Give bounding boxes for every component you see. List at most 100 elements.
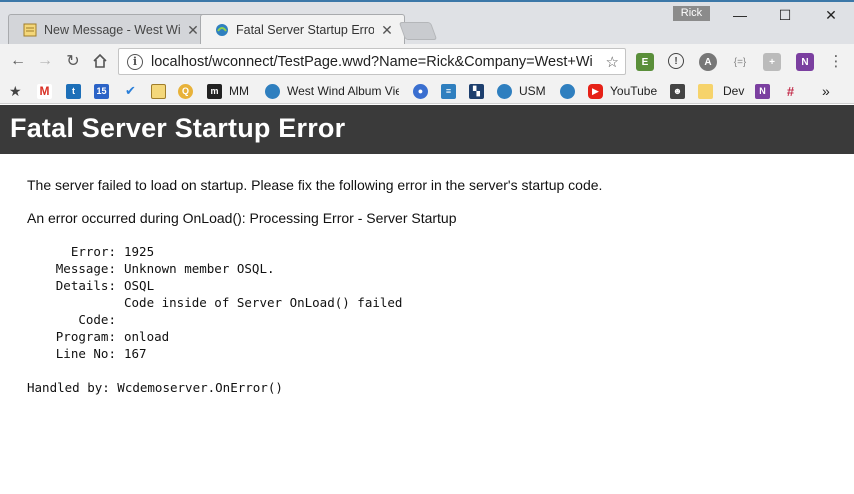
note-icon: [151, 83, 166, 99]
bookmark-label: West Wind Album Vie: [287, 84, 399, 98]
detail-row: Code inside of Server OnLoad() failed: [27, 294, 827, 311]
bookmark-folder[interactable]: [698, 82, 713, 100]
youtube-icon: ▶: [588, 83, 603, 99]
extension-info-icon[interactable]: !: [668, 53, 684, 69]
detail-value: Code inside of Server OnLoad() failed: [124, 295, 403, 310]
error-summary: An error occurred during OnLoad(): Proce…: [27, 210, 457, 226]
bookmark-star-icon[interactable]: ☆: [606, 53, 619, 71]
detail-key: Program:: [55, 329, 116, 344]
detail-row: Line No: 167: [27, 345, 827, 362]
detail-key: Error:: [70, 244, 116, 259]
close-window-button[interactable]: ✕: [808, 4, 854, 26]
info-icon[interactable]: i: [127, 53, 143, 70]
extension-puzzle-icon[interactable]: +: [763, 53, 781, 71]
bookmark-twitter[interactable]: t: [66, 82, 81, 100]
minimize-button[interactable]: —: [717, 4, 763, 26]
bookmark-slack[interactable]: #: [783, 82, 798, 100]
more-vert-icon: ⋮: [828, 53, 844, 70]
calendar-icon: 15: [94, 83, 109, 99]
bookmarks-bar: ★ M t 15 ✔ Q m MM West Wind Album Vie ● ≡…: [0, 78, 854, 104]
bookmark-youtube[interactable]: ▶ YouTube: [588, 82, 657, 100]
menu-button[interactable]: ⋮: [826, 51, 846, 71]
forward-arrow-icon: →: [37, 52, 53, 69]
address-bar[interactable]: i localhost/wconnect/TestPage.wwd?Name=R…: [118, 48, 626, 75]
page-title: Fatal Server Startup Error: [10, 113, 346, 143]
extension-onenote-icon[interactable]: N: [796, 53, 814, 71]
bookmark-image[interactable]: ▚: [469, 82, 484, 100]
bookmark-westwind[interactable]: [560, 82, 575, 100]
handled-by: Handled by: Wcdemoserver.OnError(): [27, 380, 283, 395]
detail-value: 1925: [124, 244, 155, 259]
note-icon: [22, 22, 38, 38]
tab-title: New Message - West Wi: [44, 23, 180, 37]
tab-close-icon[interactable]: ✕: [186, 22, 200, 39]
bookmark-check[interactable]: ✔: [123, 82, 138, 100]
check-icon: ✔: [125, 83, 136, 98]
minimize-icon: —: [733, 7, 747, 23]
tab-fatal-error[interactable]: Fatal Server Startup Error ✕: [200, 14, 405, 46]
bookmark-dev[interactable]: Dev: [723, 82, 744, 100]
bookmark-label: Dev: [723, 84, 745, 98]
list-icon: ≡: [441, 83, 456, 99]
home-button[interactable]: [90, 51, 110, 71]
westwind-icon: [265, 83, 280, 99]
maximize-icon: ☐: [778, 6, 792, 23]
forward-button[interactable]: →: [35, 51, 55, 71]
slack-icon: #: [786, 83, 795, 99]
detail-key: Code:: [78, 312, 116, 327]
bookmark-label: MM: [229, 84, 249, 98]
westwind-icon: [497, 83, 512, 99]
reload-icon: ↻: [66, 53, 80, 70]
extension-evernote-icon[interactable]: E: [636, 53, 654, 71]
tab-new-message[interactable]: New Message - West Wi ✕: [8, 14, 206, 46]
westwind-icon: [214, 22, 230, 38]
detail-row: Code:: [27, 311, 827, 328]
bookmark-onenote[interactable]: N: [755, 82, 770, 100]
new-tab-button[interactable]: [398, 22, 438, 40]
address-url[interactable]: localhost/wconnect/TestPage.wwd?Name=Ric…: [151, 54, 593, 70]
detail-row: Error: 1925: [27, 243, 827, 260]
detail-value: 167: [124, 346, 147, 361]
maximize-button[interactable]: ☐: [762, 4, 808, 26]
reload-button[interactable]: ↻: [63, 51, 83, 71]
star-icon: ★: [9, 82, 22, 99]
detail-key: Message:: [55, 261, 116, 276]
back-button[interactable]: ←: [8, 51, 28, 71]
extension-adblock-icon[interactable]: A: [699, 53, 717, 71]
tab-close-icon[interactable]: ✕: [380, 22, 394, 39]
bookmark-westwind-album[interactable]: West Wind Album Vie: [265, 82, 399, 100]
detail-key: [27, 294, 116, 311]
detail-value: OSQL: [124, 278, 155, 293]
bookmark-mm[interactable]: m MM: [207, 82, 249, 100]
bookmark-search[interactable]: Q: [178, 82, 193, 100]
error-details: Error: 1925 Message: Unknown member OSQL. …: [27, 243, 827, 362]
detail-row: Program: onload: [27, 328, 827, 345]
folder-icon: [698, 83, 713, 99]
bookmark-calendar[interactable]: 15: [94, 82, 109, 100]
intro-text: The server failed to load on startup. Pl…: [27, 177, 603, 193]
search-icon: Q: [178, 83, 193, 99]
close-icon: ✕: [825, 6, 837, 23]
extension-json-icon[interactable]: {=}: [731, 53, 749, 71]
bookmark-user[interactable]: ●: [413, 82, 428, 100]
bookmark-note[interactable]: [151, 82, 166, 100]
bookmark-list[interactable]: ≡: [441, 82, 456, 100]
bookmark-portrait[interactable]: ☻: [670, 82, 685, 100]
error-content: The server failed to load on startup. Pl…: [27, 177, 827, 396]
bookmark-gmail[interactable]: M: [37, 82, 52, 100]
bookmark-usm[interactable]: USM: [497, 82, 546, 100]
image-icon: ▚: [469, 83, 484, 99]
detail-row: Message: Unknown member OSQL.: [27, 260, 827, 277]
more-bookmarks-button[interactable]: »: [822, 82, 830, 100]
detail-value: Unknown member OSQL.: [124, 261, 275, 276]
onenote-icon: N: [755, 83, 770, 99]
detail-key: Line No:: [55, 346, 116, 361]
bookmark-label: YouTube: [610, 84, 658, 98]
tab-title: Fatal Server Startup Error: [236, 23, 374, 37]
detail-row: Details: OSQL: [27, 277, 827, 294]
bookmark-star[interactable]: ★: [9, 82, 22, 100]
profile-button[interactable]: Rick: [673, 6, 710, 21]
twitter-icon: t: [66, 83, 81, 99]
browser-toolbar: ← → ↻ i localhost/wconnect/TestPage.wwd?…: [0, 44, 854, 78]
detail-key: Details:: [55, 278, 116, 293]
